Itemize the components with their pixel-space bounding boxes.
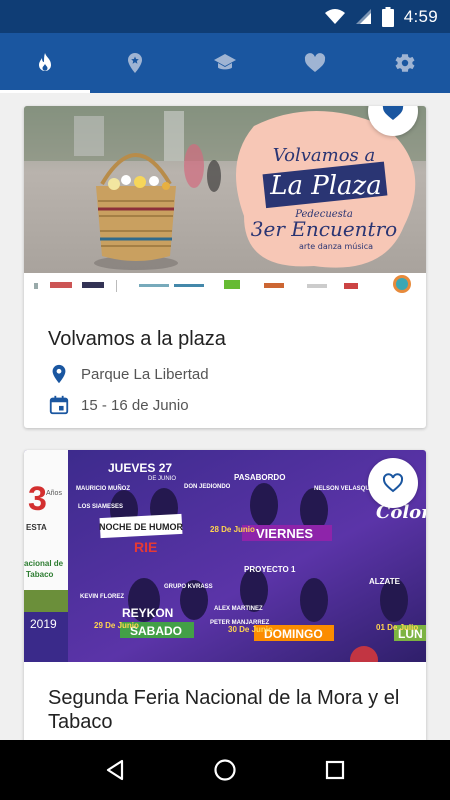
heart-icon	[304, 53, 326, 72]
event-banner-image: Volvamos a La Plaza Pedecuesta 3er Encue…	[24, 106, 426, 296]
act-label: MAURICIO MUÑOZ	[76, 485, 130, 492]
event-banner-image: 3 Años ESTA acional de Tabaco 2019 JUEVE…	[24, 450, 426, 662]
tab-education[interactable]	[180, 33, 270, 93]
poster-header-sub: DE JUNIO	[148, 476, 176, 482]
date-badge: 28 De Junio	[210, 525, 255, 534]
left-number: 3	[28, 480, 47, 518]
date-badge: 30 De Junio	[228, 625, 273, 634]
tab-places[interactable]	[90, 33, 180, 93]
graduation-cap-icon	[214, 54, 236, 70]
event-list[interactable]: Volvamos a La Plaza Pedecuesta 3er Encue…	[0, 93, 450, 740]
event-location-row: Parque La Libertad	[24, 361, 426, 387]
recents-button[interactable]	[315, 750, 355, 790]
tab-favorites[interactable]	[270, 33, 360, 93]
act-label: ALZATE	[369, 577, 401, 586]
left-fiesta: ESTA	[26, 523, 47, 532]
calendar-icon	[49, 395, 69, 415]
event-title: Segunda Feria Nacional de la Mora y el T…	[48, 687, 400, 733]
act-label: ALEX MARTINEZ	[214, 606, 263, 612]
tab-bar	[0, 33, 450, 93]
banner-line2: La Plaza	[269, 171, 382, 201]
heart-filled-icon	[382, 106, 404, 120]
event-title: Volvamos a la plaza	[48, 328, 226, 350]
event-location: Parque La Libertad	[81, 365, 209, 383]
screen: 4:59 Volvamos a La Plaza Pedecuesta 3er …	[0, 0, 450, 800]
banner-line1: Volvamos a	[273, 145, 375, 166]
gear-icon	[395, 54, 415, 72]
system-nav-bar	[0, 740, 450, 800]
act-label: KEVIN FLOREZ	[80, 594, 124, 600]
banner-caption: arte danza música	[299, 242, 373, 251]
heart-outline-icon	[382, 473, 404, 493]
event-dates: 15 - 16 de Junio	[81, 396, 189, 414]
act-label: LOS SIAMESES	[78, 504, 123, 510]
left-label2: Tabaco	[26, 570, 54, 579]
date-badge: 01 De Julio	[376, 623, 418, 632]
recents-square-icon	[325, 760, 345, 780]
wifi-icon	[324, 8, 345, 25]
event-date-row: 15 - 16 de Junio	[24, 392, 426, 418]
banner-line3: 3er Encuentro	[251, 217, 397, 241]
status-bar: 4:59	[0, 0, 450, 33]
signal-icon	[355, 8, 372, 25]
act-label: NOCHE DE HUMOR	[99, 522, 184, 532]
flame-icon	[39, 53, 51, 71]
left-year: 2019	[30, 617, 57, 631]
act-label: DON JEDIONDO	[184, 484, 231, 490]
event-card[interactable]: Volvamos a La Plaza Pedecuesta 3er Encue…	[24, 106, 426, 428]
act-label: GRUPO KVRASS	[164, 584, 213, 590]
location-pin-icon	[52, 364, 66, 384]
left-word: Años	[46, 490, 62, 497]
clock: 4:59	[403, 6, 438, 26]
event-card[interactable]: 3 Años ESTA acional de Tabaco 2019 JUEVE…	[24, 450, 426, 740]
tab-settings[interactable]	[360, 33, 450, 93]
back-button[interactable]	[95, 750, 135, 790]
location-star-icon	[128, 53, 142, 73]
back-triangle-icon	[106, 759, 124, 781]
home-button[interactable]	[205, 750, 245, 790]
left-label1: acional de	[24, 559, 64, 568]
act-label: PROYECTO 1	[244, 565, 296, 574]
day-label: VIERNES	[256, 526, 313, 541]
tab-events[interactable]	[0, 33, 90, 93]
date-badge: 29 De Junio	[94, 621, 139, 630]
act-label: RIE	[134, 539, 157, 555]
battery-icon	[381, 6, 394, 27]
act-label: REYKON	[122, 606, 173, 620]
poster-header: JUEVES 27	[108, 461, 172, 475]
home-circle-icon	[214, 759, 236, 781]
act-label: PASABORDO	[234, 473, 285, 482]
favorite-button[interactable]	[368, 458, 418, 508]
